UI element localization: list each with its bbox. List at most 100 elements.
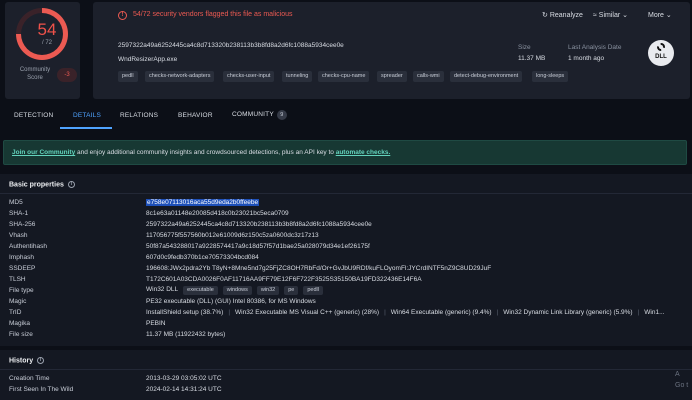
file-type-tag[interactable]: pe [284, 286, 299, 295]
file-type-text: Win32 DLL [146, 286, 179, 293]
more-label: More [648, 12, 664, 19]
sha256-value[interactable]: 2597322a49a6252445ca4c8d713320b238113b3b… [146, 221, 372, 228]
ssdeep-value[interactable]: 196608:JWx2pdra2Yb T8yN+8Mne5nd7g25FjZC8… [146, 265, 491, 272]
detection-score-ring: 54 / 72 [16, 8, 68, 60]
history-title: History i [9, 357, 45, 365]
activation-watermark-line2: Go t [675, 382, 689, 389]
trid-separator: | [228, 309, 231, 316]
sha256-label: SHA-256 [9, 221, 36, 228]
authentihash-label: Authentihash [9, 243, 47, 250]
reanalyze-button[interactable]: ↻ Reanalyze [542, 11, 583, 19]
community-banner-text: Join our Community and enjoy additional … [12, 149, 390, 156]
tag-checks-user-input[interactable]: checks-user-input [223, 71, 275, 82]
size-label: Size [518, 44, 531, 51]
trid-entry: Win32 Executable MS Visual C++ (generic)… [235, 309, 380, 316]
tag-long-sleeps[interactable]: long-sleeps [532, 71, 569, 82]
tlsh-label: TLSH [9, 276, 26, 283]
community-score-label: Community Score [19, 67, 51, 81]
file-size-value: 11.37 MB (11922432 bytes) [146, 331, 226, 338]
info-icon[interactable]: i [67, 181, 75, 188]
tlsh-value[interactable]: T172C601A03CDA0026F0AF11716AA9FF79E12F6F… [146, 276, 422, 283]
automate-checks-link[interactable]: automate checks. [336, 149, 391, 156]
last-analysis-value: 1 month ago [568, 55, 605, 62]
tab-community[interactable]: COMMUNITY 9 [232, 110, 287, 120]
md5-value[interactable]: e758e07113016aca55d9eda2b0ffeebe [146, 199, 260, 206]
active-tab-indicator [60, 127, 112, 129]
tab-details[interactable]: DETAILS [73, 112, 101, 119]
chevron-down-icon: ⌄ [665, 12, 672, 19]
trid-separator: | [637, 309, 640, 316]
sha1-value[interactable]: 8c1e63a01148e20085d418c0b23021bc5eca0709 [146, 210, 289, 217]
activation-watermark: A [675, 371, 680, 378]
basic-properties-title-text: Basic properties [9, 181, 64, 189]
magika-value: PEBIN [146, 320, 166, 327]
similar-label: Similar [598, 12, 621, 19]
basic-properties-section [0, 174, 692, 346]
trid-separator: | [384, 309, 386, 316]
file-size-label: File size [9, 331, 33, 338]
trid-value: InstallShield setup (38.7%) | Win32 Execut… [146, 309, 665, 316]
trid-label: TrID [9, 309, 22, 316]
md5-selected-text[interactable]: e758e07113016aca55d9eda2b0ffeebe [146, 199, 260, 206]
more-button[interactable]: More ⌄ [648, 11, 672, 19]
malicious-alert-text: 54/72 security vendors flagged this file… [133, 11, 293, 18]
tag-checks-network-adapters[interactable]: checks-network-adapters [145, 71, 215, 82]
file-sha256[interactable]: 2597322a49a6252445ca4c8d713320b238113b3b… [118, 42, 344, 49]
creation-time-value: 2013-03-29 03:05:02 UTC [146, 375, 222, 382]
authentihash-value[interactable]: 50f87a543288017a9228574417a9c18d57f57d1b… [146, 243, 370, 250]
tag-detect-debug-environment[interactable]: detect-debug-environment [450, 71, 523, 82]
last-analysis-label: Last Analysis Date [568, 44, 622, 51]
community-count-badge: 9 [276, 110, 287, 120]
join-community-link[interactable]: Join our Community [12, 149, 75, 156]
file-type-tag[interactable]: win32 [256, 286, 280, 295]
first-seen-value: 2024-02-14 14:31:24 UTC [146, 386, 222, 393]
trid-entry: Win64 Executable (generic) (9.4%) [390, 309, 492, 316]
detection-count: 54 [37, 20, 57, 39]
reanalyze-icon: ↻ [542, 12, 548, 19]
file-type-tag[interactable]: windows [222, 286, 252, 295]
similar-button[interactable]: ≈ Similar ⌄ [593, 11, 628, 19]
file-type-value: Win32 DLL executable windows win32 pe pedll [146, 286, 323, 295]
imphash-label: Imphash [9, 254, 34, 261]
file-type-tag[interactable]: pedll [303, 286, 323, 295]
reanalyze-label: Reanalyze [549, 12, 583, 19]
dll-file-type-icon: DLL [648, 40, 674, 66]
trid-entry: Win32 Dynamic Link Library (generic) (5.… [503, 309, 633, 316]
tab-community-label: COMMUNITY [232, 111, 274, 118]
vhash-label: Vhash [9, 232, 28, 239]
tag-pedll[interactable]: pedll [118, 71, 138, 82]
imphash-value[interactable]: 607d0c9fedb370b1ce70573304bcd084 [146, 254, 259, 261]
chevron-down-icon: ⌄ [622, 12, 629, 19]
banner-middle-text: and enjoy additional community insights … [75, 149, 336, 156]
history-section [0, 350, 692, 400]
tag-tunneling[interactable]: tunneling [282, 71, 313, 82]
tag-checks-cpu-name[interactable]: checks-cpu-name [318, 71, 370, 82]
history-title-text: History [9, 357, 34, 365]
info-icon[interactable]: i [37, 357, 45, 364]
tab-behavior[interactable]: BEHAVIOR [178, 112, 213, 119]
ssdeep-label: SSDEEP [9, 265, 36, 272]
first-seen-label: First Seen In The Wild [9, 386, 74, 393]
alert-icon: ! [118, 11, 127, 20]
sha1-label: SHA-1 [9, 210, 29, 217]
similar-icon: ≈ [593, 12, 597, 19]
tag-spreader[interactable]: spreader [377, 71, 407, 82]
vhash-value[interactable]: 117056775f557560b012e61009d6z150c5za0600… [146, 232, 319, 239]
trid-entry: Win1... [644, 309, 665, 316]
file-type-tag[interactable]: executable [183, 286, 218, 295]
magic-value: PE32 executable (DLL) (GUI) Intel 80386,… [146, 298, 316, 305]
magika-label: Magika [9, 320, 30, 327]
community-score-badge[interactable]: -3 [57, 68, 77, 82]
detection-total: / 72 [41, 40, 52, 46]
magic-label: Magic [9, 298, 27, 305]
trid-separator: | [496, 309, 499, 316]
tab-relations[interactable]: RELATIONS [120, 112, 158, 119]
score-panel: 54 / 72 Community Score -3 [5, 2, 80, 99]
tag-calls-wmi[interactable]: calls-wmi [413, 71, 444, 82]
gear-icon [657, 43, 665, 51]
section-divider [0, 369, 692, 370]
score-ring-center: 54 / 72 [21, 13, 63, 55]
file-name: WndResizerApp.exe [118, 56, 178, 63]
tab-detection[interactable]: DETECTION [14, 112, 53, 119]
size-value: 11.37 MB [518, 55, 546, 62]
